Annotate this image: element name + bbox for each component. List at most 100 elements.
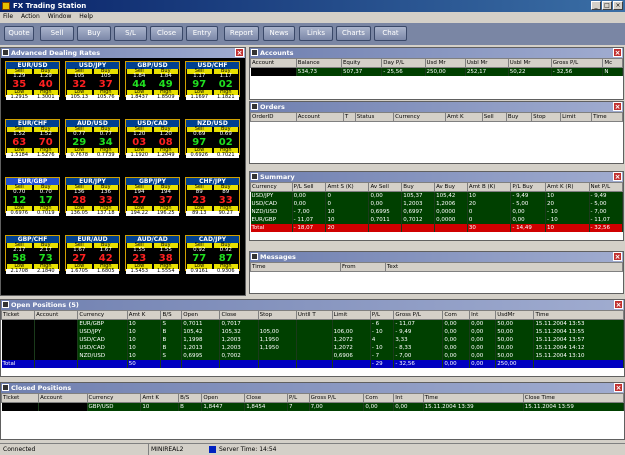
rate-tile[interactable]: EUR/AUD Sell Buy 1.67 1.67 27 42 Low High 1.… [65, 235, 120, 274]
col-header[interactable]: Account [295, 112, 344, 122]
table-row[interactable]: NZD/USD - 7,00 10 0,6995 0,6997 0,0000 0 0,00- … [250, 207, 624, 216]
maximize-button[interactable]: □ [602, 1, 612, 10]
rate-tile[interactable]: AUD/USD Sell Buy 0.77 0.77 29 34 Low High 0.… [65, 119, 120, 158]
rate-tile[interactable]: GBP/USD Sell Buy 1.84 1.84 44 49 Low High 1.… [125, 61, 180, 100]
stop-limit-button[interactable]: S/L [114, 26, 147, 41]
col-header[interactable]: Gross P/L [550, 58, 604, 68]
col-header[interactable]: Close [244, 393, 288, 403]
col-header[interactable]: Av Buy [434, 182, 468, 192]
menu-file[interactable]: File [3, 13, 13, 20]
col-header[interactable]: Time [533, 310, 624, 320]
rate-tile[interactable]: CAD/JPY Sell Buy 0.92 0.92 77 87 Low High 0.… [185, 235, 240, 274]
table-row[interactable]: 534,73 507,37- 25,56 250,00 252,17 50,22- 32… [250, 67, 623, 76]
table-row[interactable]: USD/JPY 0,00 0 0,00 105,37 105,42 10- 9,49 10- … [250, 191, 624, 200]
chat-button[interactable]: Chat [374, 26, 407, 41]
charts-button[interactable]: Charts [336, 26, 371, 41]
col-header[interactable]: P/L Buy [510, 182, 547, 192]
col-header[interactable]: Account [34, 310, 79, 320]
col-header[interactable]: Close [219, 310, 259, 320]
col-header[interactable]: Com [363, 393, 395, 403]
rate-tile[interactable]: NZD/USD Sell Buy 0.69 0.69 97 02 Low High 0.… [185, 119, 240, 158]
col-header[interactable]: Status [354, 112, 395, 122]
buy-button[interactable]: Buy [77, 26, 111, 41]
rate-tile[interactable]: EUR/USD Sell Buy 1.29 1.29 35 40 Low High 1.… [5, 61, 60, 100]
rate-tile[interactable]: USD/CAD Sell Buy 1.20 1.20 03 08 Low High 1.… [125, 119, 180, 158]
links-button[interactable]: Links [299, 26, 333, 41]
sell-button[interactable]: Sell [40, 26, 74, 41]
table-row[interactable]: NZD/USD 10 S 0,6995 0,7002 0,6906- 7- 7,00 0,0… [1, 351, 624, 360]
close-icon[interactable]: × [613, 172, 622, 181]
entry-button[interactable]: Entry [186, 26, 218, 41]
col-header[interactable]: Untll T [295, 310, 333, 320]
col-header[interactable]: Time [591, 112, 623, 122]
col-header[interactable]: Amt K [445, 112, 483, 122]
rate-tile[interactable]: CHF/JPY Sell Buy 89 89 23 33 Low High 89.13 9… [185, 177, 240, 216]
col-header[interactable]: Gross P/L [393, 310, 444, 320]
col-header[interactable]: Amt B (K) [466, 182, 512, 192]
col-header[interactable]: Com [442, 310, 471, 320]
rate-tile[interactable]: AUD/CAD Sell Buy 1.55 1.55 23 38 Low High 1.… [125, 235, 180, 274]
rate-tile[interactable]: EUR/CHF Sell Buy 1.52 1.52 63 70 Low High 1.… [5, 119, 60, 158]
col-header[interactable]: Open [181, 310, 221, 320]
rate-tile[interactable]: USD/JPY Sell Buy 105 105 32 37 Low High 105.… [65, 61, 120, 100]
col-header[interactable]: Sell [481, 112, 507, 122]
col-header[interactable]: Ticket [0, 310, 36, 320]
table-row[interactable]: USD/CAD 10 B 1,2013 1,2003 1,1950 1,2072- 10- … [1, 343, 624, 352]
col-header[interactable]: Mc [602, 58, 623, 68]
col-header[interactable]: Net P/L [588, 182, 624, 192]
col-header[interactable]: Currency [77, 310, 128, 320]
close-icon[interactable]: × [613, 102, 622, 111]
rate-tile[interactable]: EUR/GBP Sell Buy 0.70 0.70 12 17 Low High 0.… [5, 177, 60, 216]
col-header[interactable]: B/S [178, 393, 203, 403]
col-header[interactable]: Usbl Mr [507, 58, 552, 68]
col-header[interactable]: Int [393, 393, 424, 403]
menu-help[interactable]: Help [79, 13, 93, 20]
rate-tile[interactable]: EUR/JPY Sell Buy 136 136 28 33 Low High 136.… [65, 177, 120, 216]
col-header[interactable]: Limit [331, 310, 371, 320]
minimize-button[interactable]: _ [591, 1, 601, 10]
table-row[interactable]: EUR/GBP 10 S 0,7011 0,7017- 6- 11,07 0,00 0,00… [1, 319, 624, 328]
col-header[interactable]: Open [201, 393, 246, 403]
col-header[interactable]: Buy [505, 112, 533, 122]
col-header[interactable]: UsdMr [495, 310, 535, 320]
menu-window[interactable]: Window [48, 13, 72, 20]
rate-tile[interactable]: GBP/CHF Sell Buy 2.17 2.17 58 73 Low High 2.… [5, 235, 60, 274]
col-header[interactable]: Day P/L [381, 58, 426, 68]
table-row[interactable]: Total - 18,07 20 30- 14,49 10- 32,56 [250, 223, 624, 232]
close-window-button[interactable]: × [613, 1, 623, 10]
menu-action[interactable]: Action [21, 13, 40, 20]
report-button[interactable]: Report [224, 26, 259, 41]
col-header[interactable]: B/S [160, 310, 183, 320]
table-row[interactable]: Total 50- 29- 32,56 0,00 0,00 250,00 [1, 359, 624, 368]
close-icon[interactable]: × [613, 252, 622, 261]
col-header[interactable]: Time [422, 393, 524, 403]
col-header[interactable]: Text [385, 262, 623, 272]
col-header[interactable]: Account [38, 393, 88, 403]
col-header[interactable]: Gross P/L [308, 393, 365, 403]
col-header[interactable]: Amt S (K) [325, 182, 370, 192]
col-header[interactable]: Buy [401, 182, 436, 192]
col-header[interactable]: Int [469, 310, 497, 320]
close-icon[interactable]: × [613, 48, 622, 57]
table-row[interactable]: EUR/GBP - 11,07 10 0,7011 0,7012 0,0000 0 0,00-… [250, 215, 624, 224]
close-icon[interactable]: × [614, 383, 623, 392]
col-header[interactable]: From [340, 262, 386, 272]
rate-tile[interactable]: USD/CHF Sell Buy 1.17 1.17 97 02 Low High 1.… [185, 61, 240, 100]
col-header[interactable]: Currency [250, 182, 293, 192]
col-header[interactable]: Time [250, 262, 341, 272]
table-row[interactable]: USD/CAD 10 B 1,1998 1,2003 1,1950 1,2072 4 3,33 0… [1, 335, 624, 344]
col-header[interactable]: Ticket [0, 393, 40, 403]
table-row[interactable]: GBP/USD 10 B 1,8447 1,8454 7 7,00 0,00 0,00 15.11… [1, 402, 625, 411]
col-header[interactable]: P/L [369, 310, 395, 320]
col-header[interactable]: Usd Mr [424, 58, 466, 68]
col-header[interactable]: Usbl Mr [464, 58, 509, 68]
col-header[interactable]: Av Sell [368, 182, 403, 192]
table-row[interactable]: USD/CAD 0,00 0 0,00 1,2003 1,2006 20- 5,00 20- … [250, 199, 624, 208]
col-header[interactable]: P/L Sell [291, 182, 327, 192]
col-header[interactable]: Close Time [522, 393, 625, 403]
col-header[interactable]: Amt K [140, 393, 180, 403]
col-header[interactable]: Balance [295, 58, 342, 68]
close-icon[interactable]: × [235, 48, 244, 57]
close-icon[interactable]: × [614, 300, 623, 309]
col-header[interactable]: Currency [86, 393, 142, 403]
